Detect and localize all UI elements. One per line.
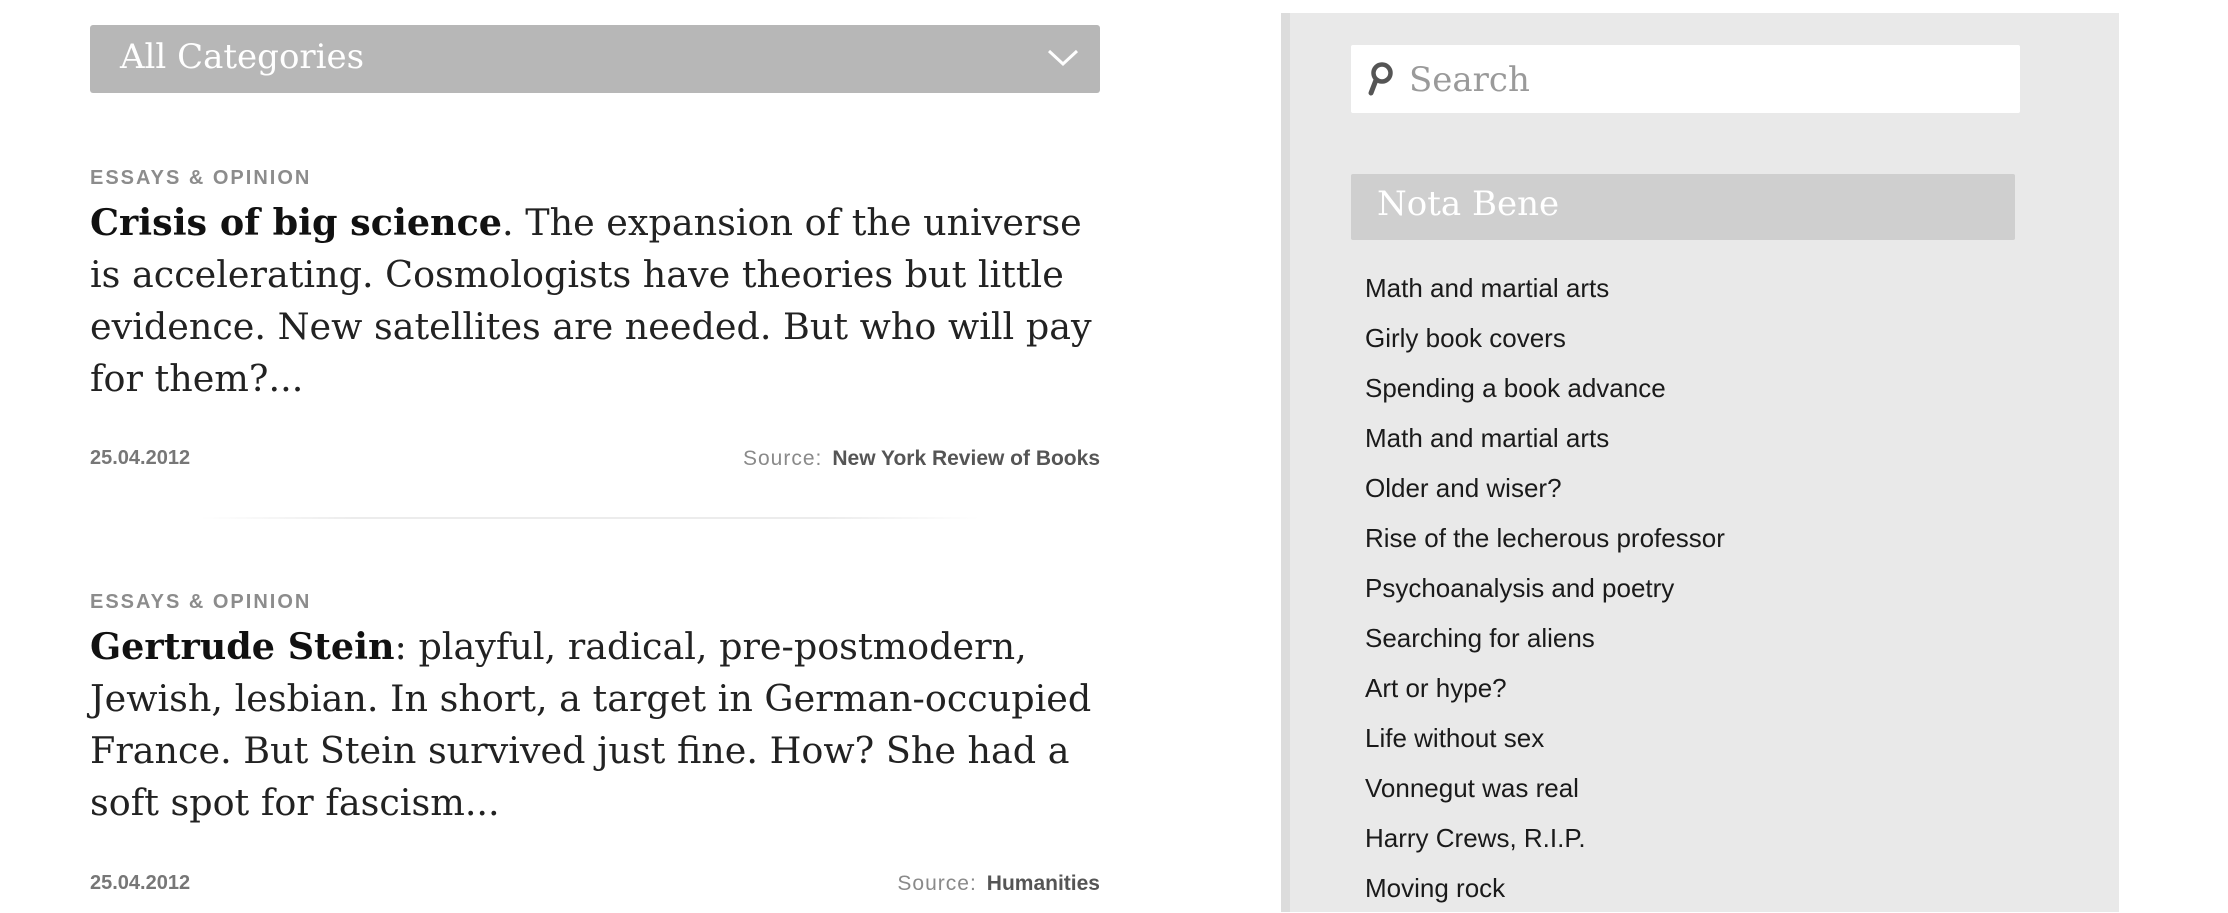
nota-bene-title: Nota Bene	[1377, 184, 1560, 224]
chevron-down-icon	[1047, 49, 1079, 67]
article-item: ESSAYS & OPINION Crisis of big science. …	[90, 167, 1100, 470]
nota-bene-link[interactable]: Math and martial arts	[1365, 413, 1725, 463]
nota-bene-link[interactable]: Art or hype?	[1365, 663, 1725, 713]
search-icon	[1368, 62, 1393, 96]
source-link[interactable]: New York Review of Books	[832, 447, 1100, 470]
nota-bene-link[interactable]: Searching for aliens	[1365, 613, 1725, 663]
nota-bene-link[interactable]: Psychoanalysis and poetry	[1365, 563, 1725, 613]
nota-bene-link[interactable]: Spending a book advance	[1365, 363, 1725, 413]
nota-bene-link[interactable]: Older and wiser?	[1365, 463, 1725, 513]
nota-bene-link[interactable]: Vonnegut was real	[1365, 763, 1725, 813]
nota-bene-list: Math and martial arts Girly book covers …	[1365, 263, 1725, 913]
article-source: Source: New York Review of Books	[743, 447, 1100, 471]
sidebar: Nota Bene Math and martial arts Girly bo…	[1281, 13, 2119, 912]
article-category: ESSAYS & OPINION	[90, 167, 312, 189]
category-select[interactable]: All Categories	[90, 25, 1100, 93]
article-body: Crisis of big science. The expansion of …	[90, 197, 1100, 405]
nota-bene-link[interactable]: Rise of the lecherous professor	[1365, 513, 1725, 563]
nota-bene-link[interactable]: Harry Crews, R.I.P.	[1365, 813, 1725, 863]
nota-bene-link[interactable]: Moving rock	[1365, 863, 1725, 913]
search-input[interactable]	[1407, 57, 2001, 103]
article-headline-link[interactable]: Gertrude Stein	[90, 625, 395, 668]
main-column: All Categories ESSAYS & OPINION Crisis o…	[90, 25, 1100, 895]
article-date: 25.04.2012	[90, 447, 191, 469]
article-body: Gertrude Stein: playful, radical, pre-po…	[90, 621, 1100, 829]
article-date: 25.04.2012	[90, 872, 191, 894]
source-link[interactable]: Humanities	[987, 872, 1100, 895]
search-box[interactable]	[1351, 45, 2020, 113]
nota-bene-link[interactable]: Life without sex	[1365, 713, 1725, 763]
nota-bene-header: Nota Bene	[1351, 174, 2015, 240]
article-divider	[200, 517, 980, 519]
article-headline-link[interactable]: Crisis of big science	[90, 201, 502, 244]
nota-bene-link[interactable]: Math and martial arts	[1365, 263, 1725, 313]
source-label: Source:	[897, 872, 977, 895]
article-category: ESSAYS & OPINION	[90, 591, 312, 613]
article-item: ESSAYS & OPINION Gertrude Stein: playful…	[90, 591, 1100, 895]
article-source: Source: Humanities	[897, 872, 1100, 896]
category-select-value: All Categories	[120, 37, 365, 77]
source-label: Source:	[742, 447, 823, 470]
nota-bene-link[interactable]: Girly book covers	[1365, 313, 1725, 363]
